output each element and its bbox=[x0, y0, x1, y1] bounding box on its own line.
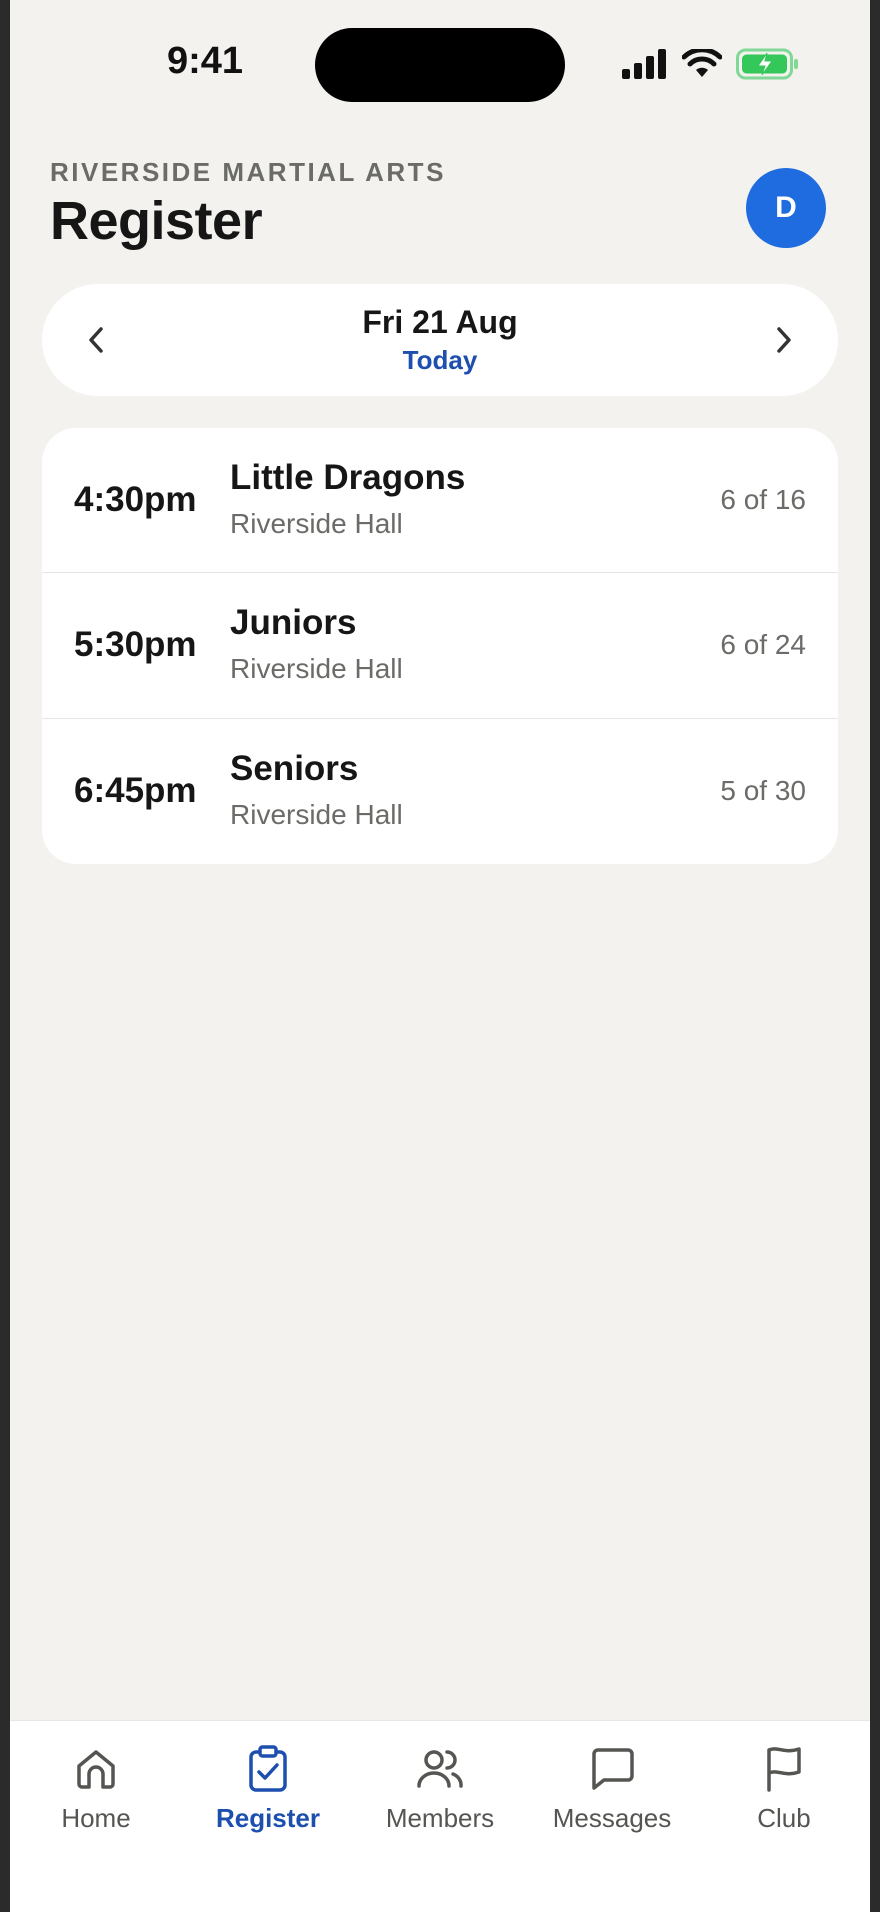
avatar[interactable]: D bbox=[746, 168, 826, 248]
users-icon bbox=[417, 1750, 463, 1788]
battery-icon bbox=[736, 48, 798, 80]
status-icons bbox=[622, 46, 800, 82]
tab-label: Club bbox=[757, 1803, 811, 1833]
attendance-count: 6 of 16 bbox=[720, 484, 806, 515]
class-row-little-dragons[interactable]: 4:30pm Little Dragons Riverside Hall 6 o… bbox=[42, 428, 838, 574]
tab-label: Messages bbox=[552, 1803, 672, 1833]
signal-icon bbox=[622, 49, 666, 79]
tab-club[interactable]: Club bbox=[698, 1721, 870, 1912]
class-time: 5:30pm bbox=[74, 625, 197, 665]
class-list: 4:30pm Little Dragons Riverside Hall 6 o… bbox=[42, 428, 838, 864]
chevron-right-icon bbox=[777, 327, 791, 353]
attendance-count: 5 of 30 bbox=[720, 774, 806, 806]
tab-bar: Home Register Members Messages Club bbox=[10, 1720, 870, 1912]
tab-label: Home bbox=[61, 1803, 131, 1833]
next-day-button[interactable] bbox=[756, 312, 812, 368]
message-icon bbox=[592, 1748, 634, 1790]
today-label: Today bbox=[402, 345, 478, 375]
class-name: Juniors bbox=[230, 603, 357, 643]
class-venue: Riverside Hall bbox=[230, 798, 403, 830]
attendance-count: 6 of 24 bbox=[720, 629, 806, 661]
wifi-icon bbox=[682, 49, 722, 77]
class-venue: Riverside Hall bbox=[230, 508, 403, 539]
date-label: Fri 21 Aug bbox=[362, 304, 518, 340]
phone-screen: 9:41 RIVERSIDE MARTIAL ARTS Register D F… bbox=[10, 0, 870, 1912]
tab-members[interactable]: Members bbox=[354, 1721, 526, 1912]
club-name: RIVERSIDE MARTIAL ARTS bbox=[50, 157, 446, 187]
tab-label: Register bbox=[215, 1803, 321, 1833]
home-icon bbox=[77, 1750, 115, 1789]
class-venue: Riverside Hall bbox=[230, 653, 403, 685]
flag-icon bbox=[767, 1747, 801, 1792]
status-time: 9:41 bbox=[166, 40, 244, 82]
tab-home[interactable]: Home bbox=[10, 1721, 182, 1912]
class-row-juniors[interactable]: 5:30pm Juniors Riverside Hall 6 of 24 bbox=[42, 573, 838, 719]
tab-register[interactable]: Register bbox=[182, 1721, 354, 1912]
tab-label: Members bbox=[385, 1803, 495, 1833]
class-time: 6:45pm bbox=[74, 770, 197, 810]
date-navigator: Fri 21 Aug Today bbox=[42, 284, 838, 396]
page-title: Register bbox=[50, 191, 263, 251]
class-row-seniors[interactable]: 6:45pm Seniors Riverside Hall 5 of 30 bbox=[42, 719, 838, 864]
class-time: 4:30pm bbox=[74, 480, 197, 519]
clipboard-check-icon bbox=[249, 1745, 287, 1792]
dynamic-island bbox=[315, 28, 565, 102]
tab-messages[interactable]: Messages bbox=[526, 1721, 698, 1912]
class-name: Little Dragons bbox=[230, 458, 466, 497]
class-name: Seniors bbox=[230, 748, 359, 788]
date-display[interactable]: Fri 21 Aug Today bbox=[42, 304, 838, 376]
